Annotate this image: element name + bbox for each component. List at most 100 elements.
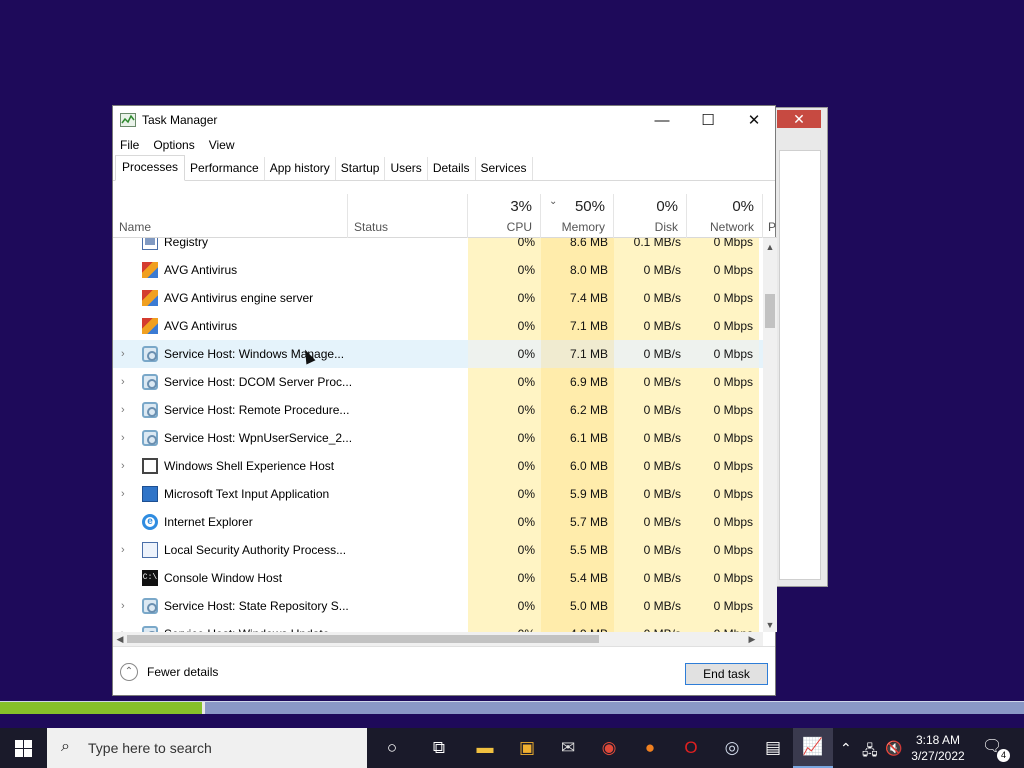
close-icon: ✕ bbox=[747, 112, 761, 129]
column-cpu[interactable]: 3% CPU bbox=[468, 194, 541, 238]
expand-chevron-icon[interactable]: › bbox=[121, 368, 125, 396]
scroll-up-icon[interactable]: ▲ bbox=[763, 240, 777, 254]
column-network[interactable]: 0% Network bbox=[687, 194, 763, 238]
store-icon[interactable]: ▣ bbox=[507, 728, 547, 768]
process-name: Internet Explorer bbox=[164, 515, 253, 529]
tab-startup[interactable]: Startup bbox=[336, 157, 386, 180]
chrome-icon[interactable]: ◉ bbox=[589, 728, 629, 768]
process-cpu: 0% bbox=[468, 256, 541, 284]
search-box[interactable]: ⌕ Type here to search bbox=[47, 728, 367, 768]
process-row[interactable]: › Service Host: WpnUserService_2... 0% 6.1 … bbox=[113, 424, 763, 452]
process-row[interactable]: › Microsoft Text Input Application 0% 5.9 M… bbox=[113, 480, 763, 508]
tab-details[interactable]: Details bbox=[428, 157, 476, 180]
column-status[interactable]: Status bbox=[348, 194, 468, 238]
steam-icon[interactable]: ◎ bbox=[712, 728, 752, 768]
column-status-label: Status bbox=[354, 220, 389, 234]
process-row[interactable]: e Internet Explorer 0% 5.7 MB 0 MB/s 0 Mbps bbox=[113, 508, 763, 536]
process-cpu: 0% bbox=[468, 368, 541, 396]
process-row[interactable]: AVG Antivirus engine server 0% 7.4 MB 0 MB/… bbox=[113, 284, 763, 312]
process-row[interactable]: Registry 0% 8.6 MB 0.1 MB/s 0 Mbps bbox=[113, 238, 763, 256]
expand-chevron-icon[interactable]: › bbox=[121, 536, 125, 564]
tab-services[interactable]: Services bbox=[476, 157, 533, 180]
process-disk: 0 MB/s bbox=[614, 284, 687, 312]
tab-processes[interactable]: Processes bbox=[115, 155, 186, 181]
vertical-scroll-thumb[interactable] bbox=[765, 294, 775, 328]
scroll-left-icon[interactable]: ◀ bbox=[113, 632, 127, 646]
clock[interactable]: 3:18 AM 3/27/2022 bbox=[908, 732, 968, 764]
process-network: 0 Mbps bbox=[687, 424, 759, 452]
process-disk: 0 MB/s bbox=[614, 312, 687, 340]
task-manager-taskbar-icon[interactable]: 📈 bbox=[793, 728, 833, 768]
expand-chevron-icon[interactable]: › bbox=[121, 424, 125, 452]
tab-users[interactable]: Users bbox=[385, 157, 428, 180]
scroll-right-icon[interactable]: ▶ bbox=[745, 632, 759, 646]
background-window[interactable]: ✕ bbox=[770, 107, 828, 587]
vertical-scrollbar[interactable]: ▲ ▼ bbox=[763, 238, 777, 632]
footer: ⌃ Fewer details End task bbox=[113, 646, 775, 695]
process-row[interactable]: AVG Antivirus 0% 7.1 MB 0 MB/s 0 Mbps bbox=[113, 312, 763, 340]
process-disk: 0 MB/s bbox=[614, 256, 687, 284]
start-button[interactable] bbox=[0, 728, 47, 768]
process-row[interactable]: C:\ Console Window Host 0% 5.4 MB 0 MB/s 0 Mb… bbox=[113, 564, 763, 592]
process-memory: 4.9 MB bbox=[541, 620, 614, 632]
task-view-icon[interactable]: ⧉ bbox=[419, 728, 459, 768]
menu-view[interactable]: View bbox=[209, 138, 235, 152]
mail-icon[interactable]: ✉ bbox=[548, 728, 588, 768]
menu-file[interactable]: File bbox=[120, 138, 139, 152]
process-row[interactable]: › Service Host: Remote Procedure... 0% 6.2 … bbox=[113, 396, 763, 424]
menu-options[interactable]: Options bbox=[153, 138, 194, 152]
expand-chevron-icon[interactable]: › bbox=[121, 592, 125, 620]
network-icon[interactable]: 🖧 bbox=[862, 740, 878, 764]
expand-chevron-icon[interactable]: › bbox=[121, 340, 125, 368]
process-network: 0 Mbps bbox=[687, 480, 759, 508]
background-window-close-icon[interactable]: ✕ bbox=[777, 110, 821, 128]
scroll-down-icon[interactable]: ▼ bbox=[763, 618, 777, 632]
maximize-button[interactable]: ☐ bbox=[685, 106, 731, 134]
close-button[interactable]: ✕ bbox=[731, 106, 777, 134]
process-memory: 7.1 MB bbox=[541, 340, 614, 368]
process-row[interactable]: › Local Security Authority Process... 0% 5.… bbox=[113, 536, 763, 564]
process-memory: 8.6 MB bbox=[541, 238, 614, 256]
memory-total: 50% bbox=[574, 198, 605, 215]
expand-chevron-icon[interactable]: › bbox=[121, 396, 125, 424]
column-memory[interactable]: ⌄ 50% Memory bbox=[541, 194, 614, 238]
process-name: Registry bbox=[164, 238, 209, 249]
column-power[interactable]: P bbox=[763, 194, 777, 238]
minimize-button[interactable]: — bbox=[639, 106, 685, 134]
process-memory: 6.9 MB bbox=[541, 368, 614, 396]
volume-muted-icon[interactable]: 🔇 bbox=[885, 740, 902, 757]
expand-chevron-icon[interactable]: › bbox=[121, 620, 125, 632]
process-name: Console Window Host bbox=[164, 571, 283, 585]
tab-performance[interactable]: Performance bbox=[185, 157, 265, 180]
process-row[interactable]: › Windows Shell Experience Host 0% 6.0 MB 0 … bbox=[113, 452, 763, 480]
expand-chevron-icon[interactable]: › bbox=[121, 452, 125, 480]
fewer-details-button[interactable]: ⌃ Fewer details bbox=[120, 663, 218, 681]
service-icon bbox=[142, 374, 158, 390]
column-name[interactable]: Name bbox=[113, 194, 348, 238]
column-disk[interactable]: 0% Disk bbox=[614, 194, 687, 238]
column-disk-label: Disk bbox=[654, 220, 678, 234]
horizontal-scrollbar[interactable]: ◀ ▶ bbox=[113, 632, 763, 646]
process-network: 0 Mbps bbox=[687, 256, 759, 284]
tab-strip: Processes Performance App history Startu… bbox=[113, 155, 775, 181]
process-row[interactable]: › Service Host: State Repository S... 0% 5.… bbox=[113, 592, 763, 620]
process-disk: 0 MB/s bbox=[614, 452, 687, 480]
app-icon[interactable]: ▤ bbox=[753, 728, 793, 768]
file-explorer-icon[interactable]: ▬ bbox=[465, 728, 505, 768]
notification-center-icon[interactable]: 🗨 4 bbox=[982, 736, 1010, 762]
opera-icon[interactable]: O bbox=[671, 728, 711, 768]
firefox-icon[interactable]: ● bbox=[630, 728, 670, 768]
cortana-icon[interactable]: ○ bbox=[372, 728, 412, 768]
process-row[interactable]: › Service Host: DCOM Server Proc... 0% 6.9 … bbox=[113, 368, 763, 396]
title-bar[interactable]: Task Manager — ☐ ✕ bbox=[113, 106, 775, 134]
process-network: 0 Mbps bbox=[687, 452, 759, 480]
show-hidden-icons-icon[interactable]: ⌃ bbox=[840, 740, 852, 757]
process-row[interactable]: › Service Host: Windows Manage... 0% 7.1 MB… bbox=[113, 340, 763, 368]
horizontal-scroll-thumb[interactable] bbox=[127, 635, 599, 643]
process-row[interactable]: ›Service Host: Windows Update0%4.9 MB0 M… bbox=[113, 620, 763, 632]
tab-app-history[interactable]: App history bbox=[265, 157, 336, 180]
end-task-button[interactable]: End task bbox=[685, 663, 768, 685]
menu-bar: File Options View bbox=[113, 134, 775, 156]
process-row[interactable]: AVG Antivirus 0% 8.0 MB 0 MB/s 0 Mbps bbox=[113, 256, 763, 284]
expand-chevron-icon[interactable]: › bbox=[121, 480, 125, 508]
